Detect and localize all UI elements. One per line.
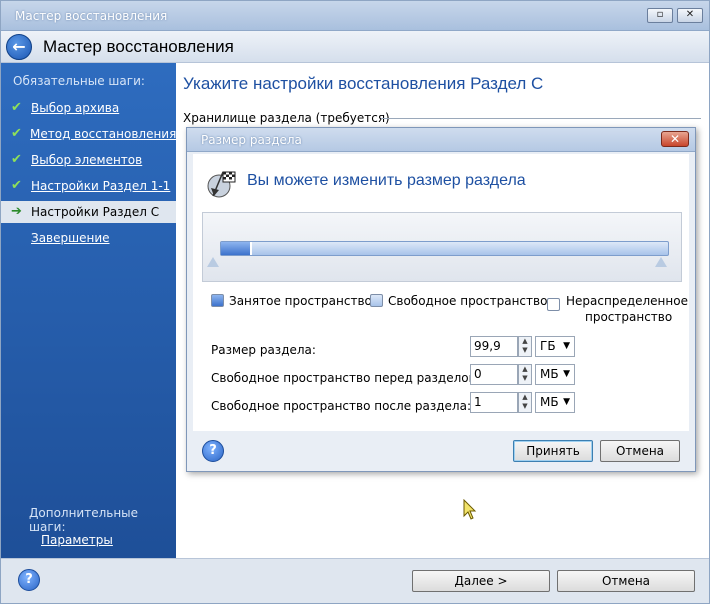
sidebar-item-partition-c[interactable]: ➔ Настройки Раздел C [1,201,176,223]
chevron-down-icon: ▼ [563,397,570,407]
unallocated-swatch [547,298,560,311]
dialog-close-button[interactable]: ✕ [661,131,689,147]
check-icon: ✔ [11,100,22,115]
free-space-swatch [370,294,383,307]
restore-button[interactable]: ▫ [647,8,673,23]
sidebar-item-partition-1-1[interactable]: ✔ Настройки Раздел 1-1 [1,175,176,197]
page-title: Укажите настройки восстановления Раздел … [183,74,544,93]
partition-size-input[interactable]: 99,9 [470,336,518,357]
dialog-title: Размер раздела [201,133,302,147]
close-button[interactable]: ✕ [677,8,703,23]
partition-size-bar-area [202,212,682,282]
next-button[interactable]: Далее > [412,570,550,592]
used-space-swatch [211,294,224,307]
sidebar-item-label: Выбор архива [31,101,120,115]
legend-unallocated-line2: пространство [585,310,673,324]
right-resize-handle[interactable] [655,257,667,267]
unit-value: МБ [540,367,559,381]
free-before-unit-select[interactable]: МБ ▼ [535,364,575,385]
back-button[interactable]: ← [6,34,32,60]
sidebar-item-label: Настройки Раздел 1-1 [31,179,171,193]
section-divider [381,118,701,119]
current-step-arrow-icon: ➔ [11,204,22,219]
free-before-spinner[interactable]: ▲ ▼ [518,364,532,385]
free-before-input[interactable]: 0 [470,364,518,385]
dialog-title-bar: Размер раздела ✕ [187,128,695,152]
wizard-header: ← Мастер восстановления [1,31,709,63]
close-icon: ✕ [669,132,681,146]
wizard-footer: ? Далее > Отмена [1,558,709,603]
unit-value: ГБ [540,339,556,353]
sidebar-item-options[interactable]: Параметры [1,529,176,551]
title-bar: Мастер восстановления ▫ ✕ [1,1,709,31]
check-icon: ✔ [11,152,22,167]
partition-size-spinner[interactable]: ▲ ▼ [518,336,532,357]
help-icon: ? [25,572,33,587]
help-button[interactable]: ? [18,569,40,591]
free-before-label: Свободное пространство перед разделом: [211,371,482,385]
required-steps-title: Обязательные шаги: [13,74,145,88]
sidebar-item-label: Завершение [31,231,110,245]
window-title: Мастер восстановления [15,9,168,23]
dialog-help-button[interactable]: ? [202,440,224,462]
dialog-body: Вы можете изменить размер раздела Занято… [193,154,689,431]
unit-value: МБ [540,395,559,409]
sidebar-item-archive[interactable]: ✔ Выбор архива [1,97,176,119]
partition-size-unit-select[interactable]: ГБ ▼ [535,336,575,357]
sidebar-item-label: Параметры [41,533,113,547]
dialog-heading: Вы можете изменить размер раздела [247,172,526,189]
back-arrow-icon: ← [12,37,26,56]
sidebar-item-label: Метод восстановления [30,127,177,141]
partition-size-dialog: Размер раздела ✕ Вы можете изменить разм… [186,127,696,472]
sidebar-item-finish[interactable]: Завершение [1,227,176,249]
sidebar-item-elements[interactable]: ✔ Выбор элементов [1,149,176,171]
free-after-spinner[interactable]: ▲ ▼ [518,392,532,413]
accept-button[interactable]: Принять [513,440,593,462]
steps-sidebar: Обязательные шаги: ✔ Выбор архива ✔ Мето… [1,63,176,558]
legend-free: Свободное пространство [388,294,548,308]
free-after-label: Свободное пространство после раздела: [211,399,471,413]
used-space-fill [221,242,252,255]
help-icon: ? [209,443,217,458]
section-label: Хранилище раздела (требуется) [183,111,390,125]
free-after-unit-select[interactable]: МБ ▼ [535,392,575,413]
check-icon: ✔ [11,126,22,141]
sidebar-item-label: Выбор элементов [31,153,143,167]
chevron-down-icon: ▼ [563,341,570,351]
check-icon: ✔ [11,178,22,193]
mouse-cursor-icon [463,499,477,520]
wizard-title: Мастер восстановления [43,37,234,56]
partition-size-bar[interactable] [220,241,669,256]
dialog-footer: ? Принять Отмена [187,431,695,471]
chevron-down-icon: ▼ [563,369,570,379]
legend-unallocated: Нераспределенное [566,294,688,308]
free-after-input[interactable]: 1 [470,392,518,413]
sidebar-item-label: Настройки Раздел C [31,205,160,219]
legend-used: Занятое пространство [229,294,372,308]
recovery-wizard-window: Мастер восстановления ▫ ✕ ← Мастер восст… [0,0,710,604]
partition-size-label: Размер раздела: [211,343,316,357]
cancel-button[interactable]: Отмена [557,570,695,592]
partition-flag-icon [207,171,236,198]
sidebar-item-method[interactable]: ✔ Метод восстановления [1,123,176,145]
left-resize-handle[interactable] [207,257,219,267]
dialog-cancel-button[interactable]: Отмена [600,440,680,462]
